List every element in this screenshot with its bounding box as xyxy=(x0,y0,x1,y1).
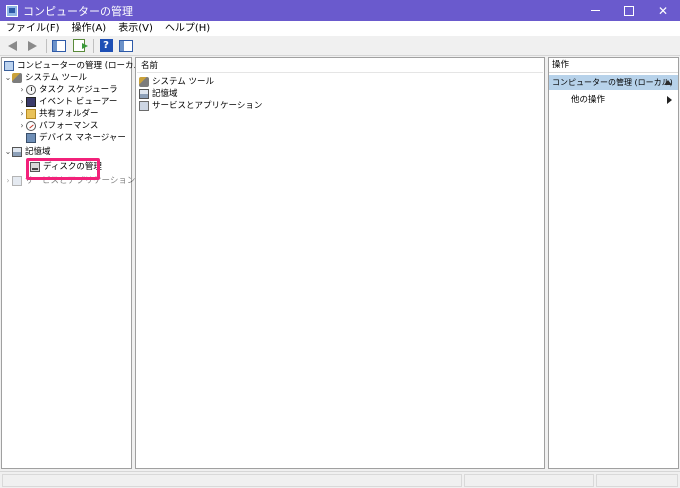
chevron-right-icon[interactable]: › xyxy=(4,175,12,187)
window-title: コンピューターの管理 xyxy=(23,4,133,18)
performance-icon xyxy=(26,121,36,131)
submenu-arrow-icon xyxy=(667,96,672,104)
menu-help[interactable]: ヘルプ(H) xyxy=(159,21,216,36)
chevron-down-icon[interactable]: ⌄ xyxy=(4,146,12,158)
close-button[interactable]: ✕ xyxy=(646,0,680,21)
actions-section-header[interactable]: コンピューターの管理 (ローカル) xyxy=(549,75,678,90)
event-viewer-icon xyxy=(26,97,36,107)
export-list-button[interactable] xyxy=(70,38,88,54)
actions-section-label: コンピューターの管理 (ローカル) xyxy=(552,78,673,87)
computer-management-icon xyxy=(6,4,18,17)
device-manager-icon xyxy=(26,133,36,143)
tree-item-performance[interactable]: › パフォーマンス xyxy=(18,120,98,132)
collapse-icon[interactable] xyxy=(664,80,672,85)
maximize-button[interactable] xyxy=(612,0,646,21)
results-pane: 名前 システム ツール 記憶域 サービスとアプリケーション xyxy=(135,57,545,469)
show-hide-action-pane-button[interactable] xyxy=(117,38,135,54)
status-segment xyxy=(2,474,462,487)
list-item[interactable]: 記憶域 xyxy=(139,88,178,100)
computer-icon xyxy=(4,61,14,71)
tree-item-system-tools[interactable]: ⌄ システム ツール xyxy=(4,72,87,84)
tree-item-label: デバイス マネージャー xyxy=(39,133,126,143)
chevron-right-icon[interactable]: › xyxy=(18,84,26,96)
tree-item-label: イベント ビューアー xyxy=(39,97,118,107)
title-bar: コンピューターの管理 ✕ xyxy=(0,0,680,21)
tools-icon xyxy=(139,77,149,87)
help-button[interactable]: ? xyxy=(97,38,115,54)
list-item-label: 記憶域 xyxy=(152,89,178,99)
menu-bar: ファイル(F) 操作(A) 表示(V) ヘルプ(H) xyxy=(0,21,680,36)
list-item-label: サービスとアプリケーション xyxy=(152,101,263,111)
toolbar: ? xyxy=(0,36,680,56)
clock-icon xyxy=(26,85,36,95)
column-header-name[interactable]: 名前 xyxy=(137,59,543,73)
arrow-right-icon xyxy=(27,40,37,51)
action-pane-icon xyxy=(119,39,133,52)
minimize-button[interactable] xyxy=(578,0,612,21)
services-icon xyxy=(12,176,22,186)
tree-item-label: タスク スケジューラ xyxy=(39,85,118,95)
tree-item-event-viewer[interactable]: › イベント ビューアー xyxy=(18,96,117,108)
storage-icon xyxy=(12,147,22,157)
chevron-down-icon[interactable]: ⌄ xyxy=(4,72,12,84)
shared-folder-icon xyxy=(26,109,36,119)
menu-view[interactable]: 表示(V) xyxy=(112,21,159,36)
list-item[interactable]: サービスとアプリケーション xyxy=(139,100,262,112)
actions-title: 操作 xyxy=(549,58,678,73)
chevron-right-icon[interactable]: › xyxy=(18,96,26,108)
arrow-left-icon xyxy=(7,40,17,51)
tree-root-label: コンピューターの管理 (ローカル) xyxy=(17,61,146,71)
forward-button[interactable] xyxy=(23,38,41,54)
tree-item-label: 記憶域 xyxy=(25,147,51,157)
export-icon xyxy=(73,39,88,52)
chevron-right-icon[interactable]: › xyxy=(18,120,26,132)
tree-item-shared-folders[interactable]: › 共有フォルダー xyxy=(18,108,99,120)
console-tree-icon xyxy=(52,39,66,52)
list-item[interactable]: システム ツール xyxy=(139,76,214,88)
chevron-right-icon[interactable]: › xyxy=(18,108,26,120)
menu-file[interactable]: ファイル(F) xyxy=(0,21,66,36)
toolbar-separator xyxy=(93,38,94,53)
status-segment xyxy=(596,474,678,487)
tree-item-label: システム ツール xyxy=(25,73,87,83)
tree-root[interactable]: コンピューターの管理 (ローカル) xyxy=(4,60,145,72)
highlight-box xyxy=(26,158,100,180)
tree-item-device-manager[interactable]: デバイス マネージャー xyxy=(26,132,126,144)
more-actions[interactable]: 他の操作 xyxy=(571,94,605,106)
help-icon: ? xyxy=(99,39,113,52)
actions-pane: 操作 コンピューターの管理 (ローカル) 他の操作 xyxy=(548,57,679,469)
tree-item-label: 共有フォルダー xyxy=(39,109,99,119)
services-icon xyxy=(139,101,149,111)
show-hide-tree-button[interactable] xyxy=(50,38,68,54)
storage-icon xyxy=(139,89,149,99)
tree-item-task-scheduler[interactable]: › タスク スケジューラ xyxy=(18,84,118,96)
back-button[interactable] xyxy=(3,38,21,54)
console-tree-pane: コンピューターの管理 (ローカル) ⌄ システム ツール › タスク スケジュー… xyxy=(1,57,145,469)
toolbar-separator xyxy=(46,38,47,53)
menu-action[interactable]: 操作(A) xyxy=(66,21,113,36)
status-segment xyxy=(464,474,594,487)
tree-item-storage[interactable]: ⌄ 記憶域 xyxy=(4,146,51,158)
tools-icon xyxy=(12,73,22,83)
tree-item-label: パフォーマンス xyxy=(39,121,99,131)
status-bar xyxy=(0,471,680,488)
list-item-label: システム ツール xyxy=(152,77,214,87)
